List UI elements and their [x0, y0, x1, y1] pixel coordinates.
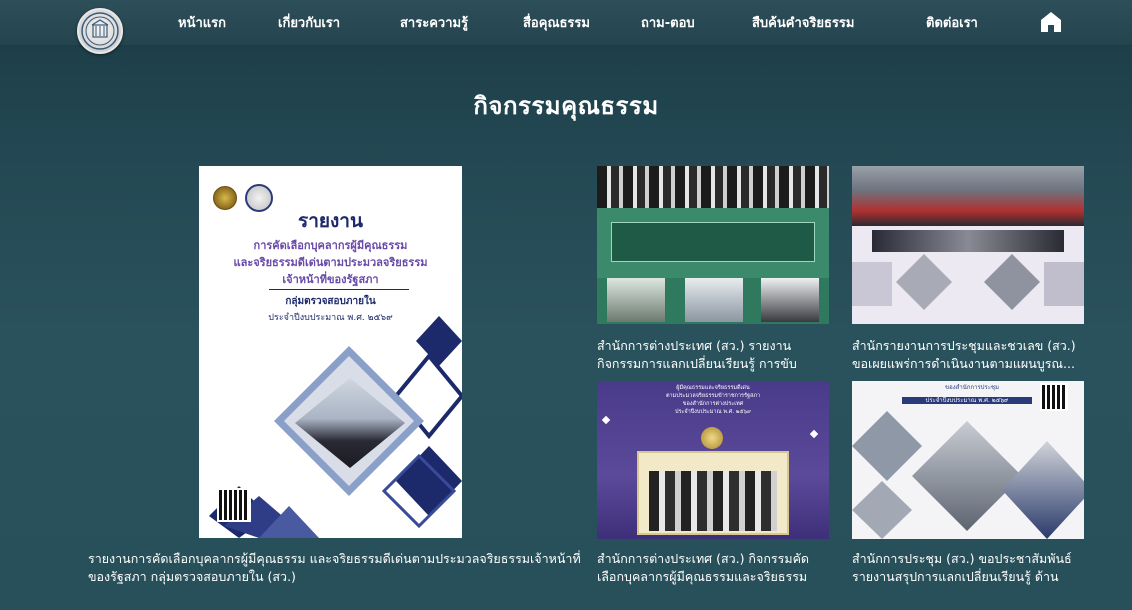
card-caption[interactable]: สำนักการต่างประเทศ (สว.) กิจกรรมคัดเลือก…	[597, 550, 829, 588]
page-title: กิจกรรมคุณธรรม	[473, 92, 659, 120]
group-photo	[852, 166, 1084, 226]
banner	[597, 208, 829, 278]
photo-thumb	[761, 278, 819, 322]
nav-item-contact[interactable]: ติดต่อเรา	[926, 12, 978, 34]
card-image-internal-audit-report[interactable]: รายงาน การคัดเลือกบุคลากรผู้มีคุณธรรม แล…	[199, 166, 462, 538]
thumb-text: ประจำปีงบประมาณ พ.ศ. ๒๕๖๙	[674, 409, 751, 415]
thumb-text: ของสำนักการประชุม	[945, 384, 999, 391]
photo-thumb	[1044, 262, 1084, 306]
poster-title: รายงาน	[298, 210, 363, 232]
card-image-foreign-affairs-exchange[interactable]	[597, 166, 829, 324]
nav-item-ethics-search[interactable]: สืบค้นคำจริยธรรม	[752, 12, 854, 34]
nav-item-about[interactable]: เกี่ยวกับเรา	[278, 12, 340, 34]
sparkle-icon	[601, 415, 611, 425]
card-image-meetings-summary[interactable]: ของสำนักการประชุม ประจำปีงบประมาณ พ.ศ. ๒…	[852, 381, 1084, 539]
photo-strip	[872, 230, 1064, 252]
parliament-seal-icon[interactable]	[77, 8, 123, 54]
photo-thumb	[852, 411, 922, 481]
card-caption[interactable]: รายงานการคัดเลือกบุคลากรผู้มีคุณธรรม และ…	[88, 550, 584, 588]
people-photo	[649, 471, 777, 531]
thumb-text: ตามประมวลจริยธรรมข้าราชการรัฐสภา	[665, 393, 761, 399]
nav-item-ethics-media[interactable]: สื่อคุณธรรม	[523, 12, 590, 34]
qr-code	[1040, 383, 1068, 411]
award-photo	[637, 451, 789, 535]
poster-divider	[269, 289, 409, 290]
poster-line: การคัดเลือกบุคลากรผู้มีคุณธรรม	[253, 239, 408, 252]
card-image-reports-dissemination[interactable]	[852, 166, 1084, 324]
sparkle-icon	[809, 429, 819, 439]
card-caption[interactable]: สำนักการประชุม (สว.) ขอประชาสัมพันธ์รายง…	[852, 550, 1084, 588]
nav-item-home[interactable]: หน้าแรก	[178, 12, 226, 34]
thumb-text: ของสำนักการต่างประเทศ	[682, 401, 744, 407]
photo-thumb	[912, 421, 1022, 531]
card-caption[interactable]: สำนักการต่างประเทศ (สว.) รายงานกิจกรรมกา…	[597, 337, 829, 373]
photo-thumb	[896, 254, 952, 310]
home-icon[interactable]	[1040, 11, 1062, 33]
thumb-text: ผู้มีคุณธรรมและจริยธรรมดีเด่น	[676, 385, 750, 391]
nav-item-knowledge[interactable]: สาระความรู้	[400, 12, 468, 34]
poster-line: เจ้าหน้าที่ของรัฐสภา	[282, 273, 379, 286]
photo-thumb	[984, 254, 1040, 310]
photo-thumb	[1002, 441, 1084, 539]
photo-thumb	[685, 278, 743, 322]
photo-thumb	[852, 481, 912, 539]
photo-thumb	[607, 278, 665, 322]
nav-item-qa[interactable]: ถาม-ตอบ	[641, 12, 695, 34]
thumb-text: ประจำปีงบประมาณ พ.ศ. ๒๕๖๙	[902, 397, 1032, 404]
seal-icon	[701, 427, 723, 449]
photo-thumb	[852, 262, 892, 306]
card-caption[interactable]: สำนักรายงานการประชุมและชวเลข (สว.) ขอเผย…	[852, 337, 1084, 373]
text-panel	[611, 222, 815, 262]
qr-code	[217, 488, 251, 522]
poster-line: และจริยธรรมดีเด่นตามประมวลจริยธรรม	[233, 256, 428, 269]
card-image-foreign-affairs-selection[interactable]: ผู้มีคุณธรรมและจริยธรรมดีเด่น ตามประมวลจ…	[597, 381, 829, 539]
poster-unit: กลุ่มตรวจสอบภายใน	[285, 296, 376, 307]
people-photo	[597, 166, 829, 208]
